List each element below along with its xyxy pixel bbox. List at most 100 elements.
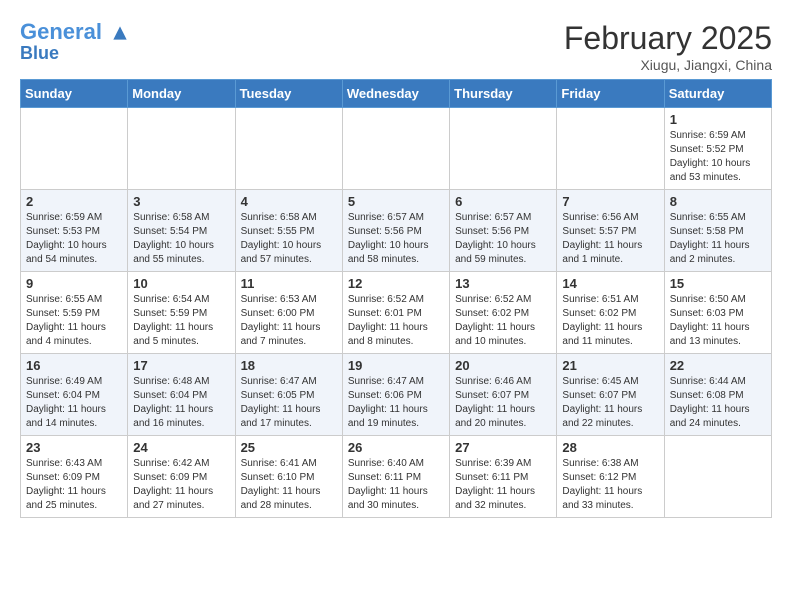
calendar-cell: 4 Sunrise: 6:58 AM Sunset: 5:55 PM Daylig… <box>235 190 342 272</box>
calendar-cell: 25 Sunrise: 6:41 AM Sunset: 6:10 PM Dayli… <box>235 436 342 518</box>
calendar-cell: 24 Sunrise: 6:42 AM Sunset: 6:09 PM Dayli… <box>128 436 235 518</box>
day-number: 17 <box>133 358 229 373</box>
calendar-cell: 11 Sunrise: 6:53 AM Sunset: 6:00 PM Dayli… <box>235 272 342 354</box>
calendar-cell: 6 Sunrise: 6:57 AM Sunset: 5:56 PM Daylig… <box>450 190 557 272</box>
calendar-cell <box>664 436 771 518</box>
weekday-header-thursday: Thursday <box>450 80 557 108</box>
day-info: Sunrise: 6:55 AM Sunset: 5:58 PM Dayligh… <box>670 211 766 267</box>
day-info: Sunrise: 6:47 AM Sunset: 6:05 PM Dayligh… <box>241 375 337 431</box>
calendar-cell: 17 Sunrise: 6:48 AM Sunset: 6:04 PM Dayli… <box>128 354 235 436</box>
calendar-cell <box>342 108 449 190</box>
day-info: Sunrise: 6:59 AM Sunset: 5:53 PM Dayligh… <box>26 211 122 267</box>
day-info: Sunrise: 6:38 AM Sunset: 6:12 PM Dayligh… <box>562 457 658 513</box>
day-number: 9 <box>26 276 122 291</box>
calendar-cell: 5 Sunrise: 6:57 AM Sunset: 5:56 PM Daylig… <box>342 190 449 272</box>
calendar-cell <box>557 108 664 190</box>
day-number: 21 <box>562 358 658 373</box>
day-info: Sunrise: 6:57 AM Sunset: 5:56 PM Dayligh… <box>348 211 444 267</box>
calendar-cell: 16Sunrise: 6:49 AM Sunset: 6:04 PM Dayli… <box>21 354 128 436</box>
day-info: Sunrise: 6:58 AM Sunset: 5:55 PM Dayligh… <box>241 211 337 267</box>
day-number: 10 <box>133 276 229 291</box>
day-number: 23 <box>26 440 122 455</box>
title-block: February 2025 Xiugu, Jiangxi, China <box>564 20 772 73</box>
calendar-week-4: 16Sunrise: 6:49 AM Sunset: 6:04 PM Dayli… <box>21 354 772 436</box>
day-number: 6 <box>455 194 551 209</box>
day-number: 5 <box>348 194 444 209</box>
day-info: Sunrise: 6:47 AM Sunset: 6:06 PM Dayligh… <box>348 375 444 431</box>
location: Xiugu, Jiangxi, China <box>564 57 772 73</box>
weekday-header-sunday: Sunday <box>21 80 128 108</box>
calendar-table: SundayMondayTuesdayWednesdayThursdayFrid… <box>20 79 772 518</box>
weekday-header-friday: Friday <box>557 80 664 108</box>
day-info: Sunrise: 6:53 AM Sunset: 6:00 PM Dayligh… <box>241 293 337 349</box>
day-number: 12 <box>348 276 444 291</box>
day-info: Sunrise: 6:48 AM Sunset: 6:04 PM Dayligh… <box>133 375 229 431</box>
calendar-cell: 7 Sunrise: 6:56 AM Sunset: 5:57 PM Daylig… <box>557 190 664 272</box>
calendar-cell: 1 Sunrise: 6:59 AM Sunset: 5:52 PM Daylig… <box>664 108 771 190</box>
calendar-cell: 10Sunrise: 6:54 AM Sunset: 5:59 PM Dayli… <box>128 272 235 354</box>
day-info: Sunrise: 6:43 AM Sunset: 6:09 PM Dayligh… <box>26 457 122 513</box>
calendar-cell: 15 Sunrise: 6:50 AM Sunset: 6:03 PM Dayli… <box>664 272 771 354</box>
weekday-header-tuesday: Tuesday <box>235 80 342 108</box>
day-info: Sunrise: 6:56 AM Sunset: 5:57 PM Dayligh… <box>562 211 658 267</box>
day-info: Sunrise: 6:52 AM Sunset: 6:01 PM Dayligh… <box>348 293 444 349</box>
day-number: 2 <box>26 194 122 209</box>
calendar-week-3: 9 Sunrise: 6:55 AM Sunset: 5:59 PM Daylig… <box>21 272 772 354</box>
day-number: 16 <box>26 358 122 373</box>
day-number: 28 <box>562 440 658 455</box>
day-number: 14 <box>562 276 658 291</box>
calendar-cell: 20Sunrise: 6:46 AM Sunset: 6:07 PM Dayli… <box>450 354 557 436</box>
calendar-cell: 21 Sunrise: 6:45 AM Sunset: 6:07 PM Dayli… <box>557 354 664 436</box>
day-number: 18 <box>241 358 337 373</box>
day-number: 1 <box>670 112 766 127</box>
weekday-header-wednesday: Wednesday <box>342 80 449 108</box>
day-info: Sunrise: 6:40 AM Sunset: 6:11 PM Dayligh… <box>348 457 444 513</box>
day-info: Sunrise: 6:57 AM Sunset: 5:56 PM Dayligh… <box>455 211 551 267</box>
day-info: Sunrise: 6:52 AM Sunset: 6:02 PM Dayligh… <box>455 293 551 349</box>
calendar-cell: 22Sunrise: 6:44 AM Sunset: 6:08 PM Dayli… <box>664 354 771 436</box>
day-info: Sunrise: 6:59 AM Sunset: 5:52 PM Dayligh… <box>670 129 766 185</box>
day-info: Sunrise: 6:41 AM Sunset: 6:10 PM Dayligh… <box>241 457 337 513</box>
day-info: Sunrise: 6:46 AM Sunset: 6:07 PM Dayligh… <box>455 375 551 431</box>
calendar-cell: 18 Sunrise: 6:47 AM Sunset: 6:05 PM Dayli… <box>235 354 342 436</box>
day-info: Sunrise: 6:50 AM Sunset: 6:03 PM Dayligh… <box>670 293 766 349</box>
calendar-header: SundayMondayTuesdayWednesdayThursdayFrid… <box>21 80 772 108</box>
day-info: Sunrise: 6:58 AM Sunset: 5:54 PM Dayligh… <box>133 211 229 267</box>
day-number: 27 <box>455 440 551 455</box>
calendar-body: 1 Sunrise: 6:59 AM Sunset: 5:52 PM Daylig… <box>21 108 772 518</box>
calendar-cell: 3 Sunrise: 6:58 AM Sunset: 5:54 PM Daylig… <box>128 190 235 272</box>
day-number: 7 <box>562 194 658 209</box>
day-number: 3 <box>133 194 229 209</box>
day-number: 15 <box>670 276 766 291</box>
calendar-cell: 14 Sunrise: 6:51 AM Sunset: 6:02 PM Dayli… <box>557 272 664 354</box>
calendar-cell: 28 Sunrise: 6:38 AM Sunset: 6:12 PM Dayli… <box>557 436 664 518</box>
calendar-week-2: 2 Sunrise: 6:59 AM Sunset: 5:53 PM Daylig… <box>21 190 772 272</box>
calendar-cell: 26Sunrise: 6:40 AM Sunset: 6:11 PM Dayli… <box>342 436 449 518</box>
page-header: General Blue February 2025 Xiugu, Jiangx… <box>20 20 772 73</box>
day-info: Sunrise: 6:42 AM Sunset: 6:09 PM Dayligh… <box>133 457 229 513</box>
day-number: 11 <box>241 276 337 291</box>
day-info: Sunrise: 6:44 AM Sunset: 6:08 PM Dayligh… <box>670 375 766 431</box>
calendar-cell: 27 Sunrise: 6:39 AM Sunset: 6:11 PM Dayli… <box>450 436 557 518</box>
calendar-cell: 12 Sunrise: 6:52 AM Sunset: 6:01 PM Dayli… <box>342 272 449 354</box>
day-number: 19 <box>348 358 444 373</box>
day-info: Sunrise: 6:51 AM Sunset: 6:02 PM Dayligh… <box>562 293 658 349</box>
month-title: February 2025 <box>564 20 772 57</box>
calendar-cell: 2 Sunrise: 6:59 AM Sunset: 5:53 PM Daylig… <box>21 190 128 272</box>
weekday-row: SundayMondayTuesdayWednesdayThursdayFrid… <box>21 80 772 108</box>
calendar-cell: 8 Sunrise: 6:55 AM Sunset: 5:58 PM Daylig… <box>664 190 771 272</box>
day-number: 24 <box>133 440 229 455</box>
calendar-cell: 19 Sunrise: 6:47 AM Sunset: 6:06 PM Dayli… <box>342 354 449 436</box>
day-number: 13 <box>455 276 551 291</box>
day-info: Sunrise: 6:45 AM Sunset: 6:07 PM Dayligh… <box>562 375 658 431</box>
calendar-week-5: 23 Sunrise: 6:43 AM Sunset: 6:09 PM Dayli… <box>21 436 772 518</box>
calendar-cell: 9 Sunrise: 6:55 AM Sunset: 5:59 PM Daylig… <box>21 272 128 354</box>
logo-icon <box>110 23 130 43</box>
day-number: 8 <box>670 194 766 209</box>
weekday-header-saturday: Saturday <box>664 80 771 108</box>
day-number: 4 <box>241 194 337 209</box>
day-info: Sunrise: 6:55 AM Sunset: 5:59 PM Dayligh… <box>26 293 122 349</box>
day-info: Sunrise: 6:39 AM Sunset: 6:11 PM Dayligh… <box>455 457 551 513</box>
calendar-cell <box>128 108 235 190</box>
day-number: 25 <box>241 440 337 455</box>
